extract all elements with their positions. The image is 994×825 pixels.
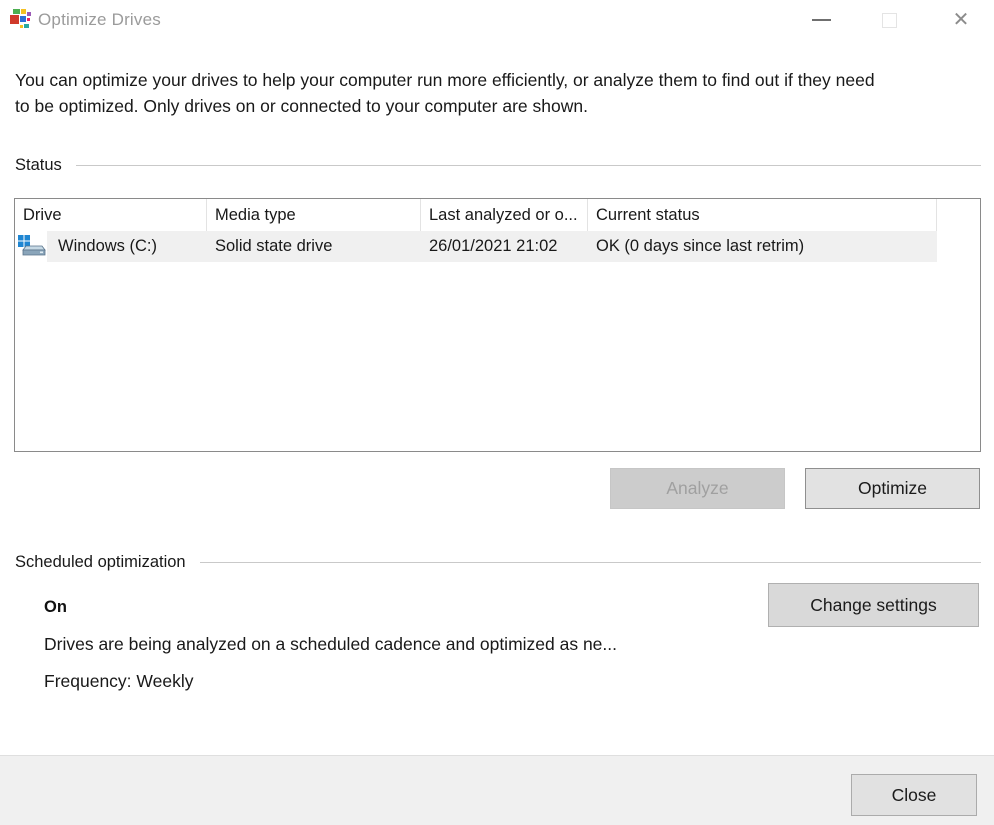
window-title: Optimize Drives — [38, 10, 161, 30]
drives-listview[interactable]: Drive Media type Last analyzed or o... C… — [14, 198, 981, 452]
status-section-label: Status — [15, 156, 62, 175]
minimize-button[interactable] — [804, 2, 838, 38]
schedule-description: Drives are being analyzed on a scheduled… — [44, 634, 617, 655]
schedule-frequency: Frequency: Weekly — [44, 671, 193, 692]
cell-drive: Windows (C:) — [15, 234, 207, 260]
cell-media-type: Solid state drive — [207, 237, 421, 256]
schedule-state: On — [44, 598, 67, 617]
analyze-button[interactable]: Analyze — [610, 468, 785, 509]
dialog-footer — [0, 755, 994, 825]
column-header-drive[interactable]: Drive — [15, 199, 207, 231]
cell-current-status: OK (0 days since last retrim) — [588, 237, 937, 256]
cell-last-analyzed: 26/01/2021 21:02 — [421, 237, 588, 256]
close-button[interactable]: Close — [851, 774, 977, 816]
drive-icon — [18, 234, 46, 260]
column-header-current-status[interactable]: Current status — [588, 199, 937, 231]
column-header-last-analyzed[interactable]: Last analyzed or o... — [421, 199, 588, 231]
optimize-button[interactable]: Optimize — [805, 468, 980, 509]
intro-line-1: You can optimize your drives to help you… — [15, 67, 965, 93]
maximize-icon — [882, 13, 897, 28]
scheduled-section-label: Scheduled optimization — [15, 553, 186, 572]
defrag-app-icon — [9, 8, 32, 31]
status-section-divider — [76, 165, 981, 166]
table-row[interactable]: Windows (C:) Solid state drive 26/01/202… — [15, 231, 980, 262]
change-settings-button[interactable]: Change settings — [768, 583, 979, 627]
titlebar: Optimize Drives ✕ — [0, 0, 994, 42]
maximize-button[interactable] — [872, 2, 906, 38]
close-icon: ✕ — [953, 10, 970, 30]
scheduled-section-header: Scheduled optimization — [15, 553, 981, 572]
intro-text: You can optimize your drives to help you… — [15, 67, 965, 119]
column-header-media-type[interactable]: Media type — [207, 199, 421, 231]
close-window-button[interactable]: ✕ — [944, 2, 978, 38]
scheduled-section-divider — [200, 562, 981, 563]
status-section-header: Status — [15, 156, 981, 175]
intro-line-2: to be optimized. Only drives on or conne… — [15, 93, 965, 119]
listview-header: Drive Media type Last analyzed or o... C… — [15, 199, 980, 231]
drive-name: Windows (C:) — [55, 237, 157, 256]
minimize-icon — [812, 19, 831, 21]
